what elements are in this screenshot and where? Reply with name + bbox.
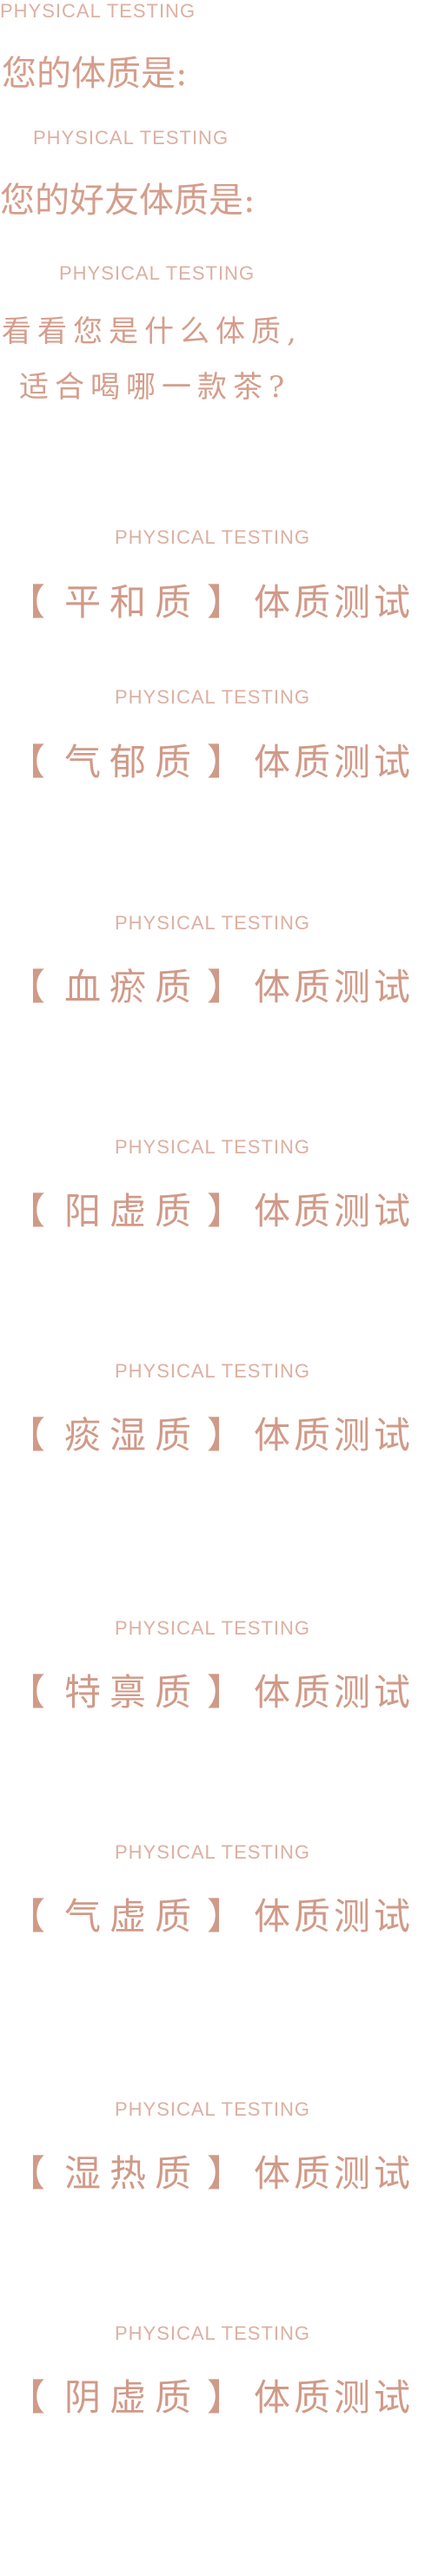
- open-bracket: 【: [9, 966, 50, 1008]
- test-suffix: 体质测试: [254, 2376, 415, 2419]
- close-bracket: 】: [207, 2152, 248, 2195]
- constitution-type: 特禀质: [64, 1671, 201, 1714]
- test-english-label: PHYSICAL TESTING: [114, 1360, 311, 1382]
- constitution-type: 气郁质: [64, 741, 201, 783]
- test-english-label: PHYSICAL TESTING: [114, 686, 311, 708]
- test-english-label: PHYSICAL TESTING: [114, 1136, 311, 1158]
- friend-constitution-heading: 您的好友体质是:: [0, 181, 256, 221]
- intro-english-label-3: PHYSICAL TESTING: [59, 262, 256, 284]
- constitution-type: 平和质: [64, 581, 201, 624]
- test-title: 【气郁质】体质测试: [9, 733, 425, 786]
- test-title: 【湿热质】体质测试: [9, 2144, 425, 2197]
- test-suffix: 体质测试: [254, 1190, 415, 1232]
- test-suffix: 体质测试: [254, 2152, 415, 2195]
- quiz-invite-line-2: 适合喝哪一款茶?: [19, 370, 291, 405]
- constitution-type: 阳虚质: [64, 1190, 201, 1232]
- quiz-invite-line-1: 看看您是什么体质,: [2, 314, 302, 349]
- constitution-type: 湿热质: [64, 2152, 201, 2195]
- test-english-label: PHYSICAL TESTING: [114, 526, 311, 548]
- test-suffix: 体质测试: [254, 741, 415, 783]
- close-bracket: 】: [207, 2376, 248, 2419]
- test-english-label: PHYSICAL TESTING: [114, 2098, 311, 2120]
- test-title: 【阳虚质】体质测试: [9, 1182, 425, 1235]
- intro-english-label-1: PHYSICAL TESTING: [0, 0, 196, 22]
- open-bracket: 【: [9, 741, 50, 783]
- test-suffix: 体质测试: [254, 1671, 415, 1714]
- test-title: 【平和质】体质测试: [9, 573, 425, 626]
- test-english-label: PHYSICAL TESTING: [114, 1617, 311, 1639]
- open-bracket: 【: [9, 1190, 50, 1232]
- close-bracket: 】: [207, 1190, 248, 1232]
- your-constitution-heading: 您的体质是:: [2, 54, 188, 94]
- test-title: 【特禀质】体质测试: [9, 1663, 425, 1716]
- test-title: 【气虚质】体质测试: [9, 1887, 425, 1940]
- open-bracket: 【: [9, 1671, 50, 1714]
- open-bracket: 【: [9, 2152, 50, 2195]
- test-title: 【阴虚质】体质测试: [9, 2368, 425, 2421]
- close-bracket: 】: [207, 1671, 248, 1714]
- constitution-type: 血瘀质: [64, 966, 201, 1008]
- test-title: 【血瘀质】体质测试: [9, 958, 425, 1011]
- close-bracket: 】: [207, 1414, 248, 1456]
- close-bracket: 】: [207, 1895, 248, 1938]
- open-bracket: 【: [9, 581, 50, 624]
- open-bracket: 【: [9, 2376, 50, 2419]
- test-suffix: 体质测试: [254, 1414, 415, 1456]
- constitution-type: 痰湿质: [64, 1414, 201, 1456]
- test-suffix: 体质测试: [254, 1895, 415, 1938]
- open-bracket: 【: [9, 1895, 50, 1938]
- test-title: 【痰湿质】体质测试: [9, 1406, 425, 1459]
- test-suffix: 体质测试: [254, 966, 415, 1008]
- test-english-label: PHYSICAL TESTING: [114, 912, 311, 934]
- open-bracket: 【: [9, 1414, 50, 1456]
- test-suffix: 体质测试: [254, 581, 415, 624]
- close-bracket: 】: [207, 741, 248, 783]
- constitution-type: 气虚质: [64, 1895, 201, 1938]
- test-english-label: PHYSICAL TESTING: [114, 2322, 311, 2344]
- close-bracket: 】: [207, 966, 248, 1008]
- test-english-label: PHYSICAL TESTING: [114, 1841, 311, 1863]
- intro-english-label-2: PHYSICAL TESTING: [33, 127, 229, 149]
- close-bracket: 】: [207, 581, 248, 624]
- constitution-type: 阴虚质: [64, 2376, 201, 2419]
